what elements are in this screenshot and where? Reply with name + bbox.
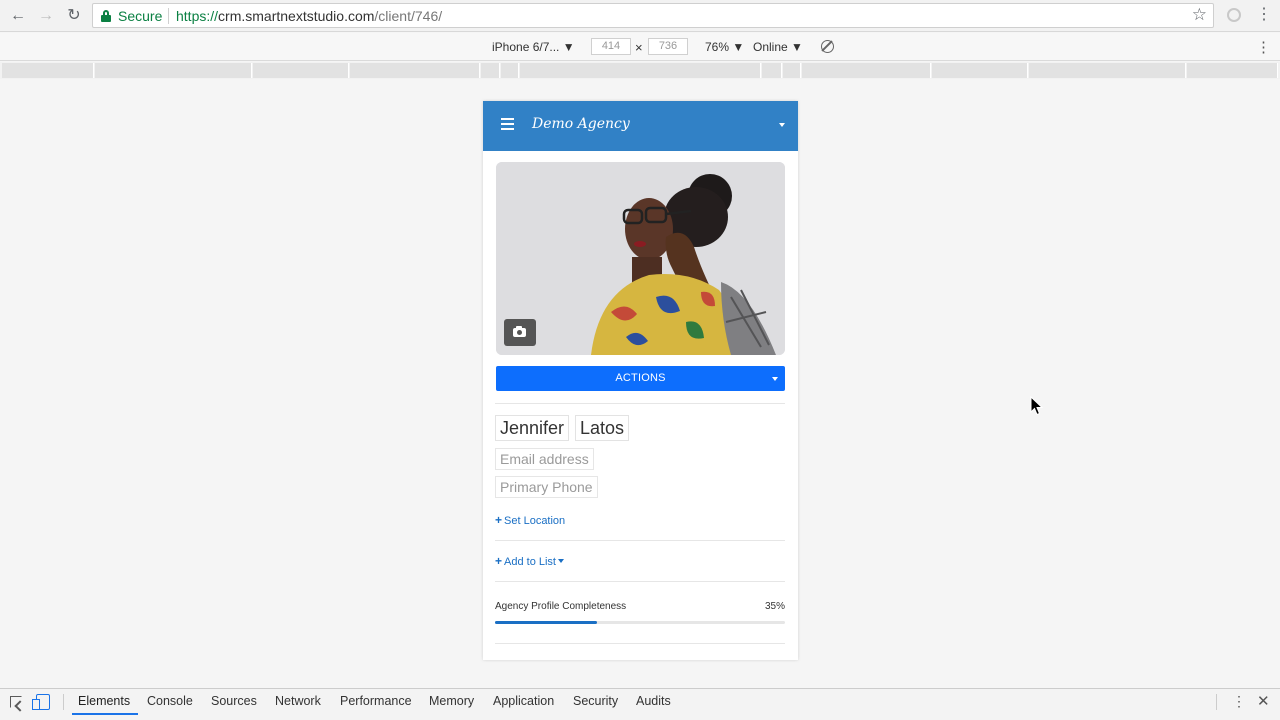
throttle-select[interactable]: Online ▼ (753, 40, 803, 54)
rotate-icon[interactable] (821, 40, 834, 53)
brand-logo[interactable]: Demo Agency (532, 116, 630, 132)
ruler-segment[interactable] (520, 63, 761, 78)
ruler-segment[interactable] (932, 63, 1028, 78)
hamburger-menu-icon[interactable] (501, 118, 514, 130)
ruler-segment[interactable] (350, 63, 480, 78)
first-name-field[interactable]: Jennifer (495, 415, 570, 441)
divider (495, 643, 785, 644)
back-arrow-icon[interactable]: ← (8, 6, 28, 26)
lock-icon (101, 10, 111, 22)
browser-toolbar: ← → ↻ Secure https://crm.smartnextstudio… (0, 0, 1280, 32)
ruler-segment[interactable] (783, 63, 801, 78)
bookmark-star-icon[interactable]: ☆ (1192, 5, 1207, 25)
divider (495, 540, 785, 541)
ruler-segment[interactable] (1029, 63, 1186, 78)
profile-completeness-percent: 35% (764, 601, 785, 612)
tab-audits[interactable]: Audits (636, 694, 671, 708)
divider (495, 581, 785, 582)
device-toolbar: iPhone 6/7... ▼ 414 × 736 76% ▼ Online ▼… (0, 33, 1280, 61)
caret-down-icon (772, 377, 778, 381)
tab-elements[interactable]: Elements (78, 694, 130, 708)
devtools-panel: Elements Console Sources Network Perform… (0, 688, 1280, 720)
tab-console[interactable]: Console (147, 694, 193, 708)
progress-fill (495, 621, 597, 624)
ruler-segment[interactable] (481, 63, 500, 78)
actions-dropdown-button[interactable]: ACTIONS (496, 366, 785, 391)
profile-completeness-label: Agency Profile Completeness (495, 601, 627, 612)
tab-application[interactable]: Application (493, 694, 554, 708)
chevron-down-icon[interactable] (779, 123, 785, 127)
caret-down-icon (558, 559, 564, 563)
profile-completeness-bar (495, 621, 785, 624)
device-select[interactable]: iPhone 6/7... ▼ (492, 40, 575, 54)
tab-performance[interactable]: Performance (340, 694, 412, 708)
client-photo (496, 162, 785, 355)
viewport-width-input[interactable]: 414 (591, 38, 631, 55)
inspect-element-icon[interactable] (10, 696, 22, 708)
ruler-segment[interactable] (95, 63, 252, 78)
address-bar[interactable]: Secure https://crm.smartnextstudio.com/c… (92, 3, 1214, 28)
tab-security[interactable]: Security (573, 694, 618, 708)
extension-icon[interactable] (1227, 8, 1241, 22)
media-query-ruler (0, 62, 1280, 79)
url-text[interactable]: https://crm.smartnextstudio.com/client/7… (176, 8, 442, 24)
zoom-select[interactable]: 76% ▼ (705, 40, 744, 54)
add-to-list-link[interactable]: + Add to List (495, 554, 564, 568)
plus-icon: + (495, 513, 503, 527)
divider (495, 403, 785, 404)
mouse-cursor-icon (1030, 396, 1044, 416)
close-icon[interactable]: ✕ (1257, 692, 1270, 710)
devtools-menu-icon[interactable]: ⋮ (1232, 693, 1246, 710)
reload-icon[interactable]: ↻ (64, 6, 84, 26)
portrait-illustration (496, 162, 785, 355)
device-toggle-icon[interactable] (32, 694, 50, 710)
device-toolbar-menu-icon[interactable]: ⋮ (1256, 38, 1271, 56)
change-photo-button[interactable] (504, 319, 536, 346)
ruler-segment[interactable] (501, 63, 519, 78)
set-location-link[interactable]: + Set Location (495, 513, 565, 527)
viewport-height-input[interactable]: 736 (648, 38, 688, 55)
app-header: Demo Agency (483, 101, 798, 151)
ruler-segment[interactable] (253, 63, 349, 78)
secure-label: Secure (118, 8, 163, 24)
plus-icon: + (495, 554, 503, 568)
ruler-segment[interactable] (2, 63, 94, 78)
browser-menu-icon[interactable]: ⋮ (1256, 5, 1272, 25)
last-name-field[interactable]: Latos (575, 415, 630, 441)
ruler-segment[interactable] (802, 63, 931, 78)
active-tab-indicator (72, 713, 138, 715)
mobile-viewport: Demo Agency ACTIONS Jennifer Latos Email… (483, 101, 798, 660)
ruler-segment[interactable] (1187, 63, 1278, 78)
tab-memory[interactable]: Memory (429, 694, 474, 708)
email-field[interactable]: Email address (495, 448, 594, 470)
primary-phone-field[interactable]: Primary Phone (495, 476, 598, 498)
forward-arrow-icon[interactable]: → (36, 6, 56, 26)
dimension-separator: × (635, 40, 643, 55)
actions-label: ACTIONS (615, 372, 666, 384)
tab-sources[interactable]: Sources (211, 694, 257, 708)
ruler-segment[interactable] (762, 63, 782, 78)
tab-network[interactable]: Network (275, 694, 321, 708)
